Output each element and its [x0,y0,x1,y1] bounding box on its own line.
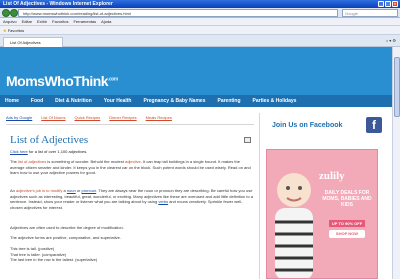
nav-diet-nutrition[interactable]: Diet & Nutrition [55,98,92,104]
ad-link-dinner-recipes[interactable]: Dinner Recipes [109,115,136,120]
click-here-line: Click here for a list of over 1,100 adje… [10,149,87,154]
zulily-tagline: DAILY DEALS FOR MOMS, BABIES AND KIDS [322,190,372,208]
toolbar-tools-icon[interactable]: ⌂ ▾ ⚙ [386,38,396,43]
column-divider [259,113,260,279]
definition-paragraph: An adjective's job is to modify a noun o… [10,188,254,210]
forward-button[interactable] [10,9,18,17]
maximize-button[interactable]: □ [385,1,391,7]
zulily-shop-button[interactable]: SHOP NOW [329,230,365,238]
forms-paragraph: The adjective forms are positive, compar… [10,235,121,240]
browser-window: List Of Adjectives - Windows Internet Ex… [0,0,400,279]
favorites-bar: ★ Favoritos [0,26,400,35]
ad-link-meals-recipes[interactable]: Meals Recipes [146,115,172,120]
print-icon[interactable] [244,137,251,143]
url-input[interactable]: http://www.momswhothink.com/reading/list… [18,9,338,17]
click-here-link[interactable]: Click here [10,149,28,154]
menu-bar: Arquivo Editar Exibir Favoritos Ferramen… [0,18,400,26]
p1-mid: is something of wonder. Behold the modes… [46,159,125,164]
page-title: List of Adjectives [10,134,89,146]
nav-pregnancy-baby-names[interactable]: Pregnancy & Baby Names [144,98,206,104]
page-content: Ads by Google List Of Nouns Quick Recipe… [0,107,392,279]
window-title: List Of Adjectives - Windows Internet Ex… [3,1,113,7]
menu-item-help[interactable]: Ajuda [101,18,111,25]
favorites-label[interactable]: Favoritos [8,28,24,33]
zulily-ad[interactable]: zulily DAILY DEALS FOR MOMS, BABIES AND … [266,149,378,279]
site-header: MomsWhoThink.com [0,47,392,95]
baby-photo [275,173,313,278]
p1-pre: The [10,159,19,164]
tab-bar: List Of Adjectives ⌂ ▾ ⚙ [0,35,400,47]
tab-title: List Of Adjectives [10,40,41,45]
menu-item-file[interactable]: Arquivo [3,18,17,25]
pronoun-link[interactable]: pronoun [82,188,97,193]
search-input[interactable]: Google [342,9,398,17]
example-item: The last tree in the row is the tallest.… [10,257,98,262]
ad-link-quick-recipes[interactable]: Quick Recipes [74,115,100,120]
minimize-button[interactable]: _ [378,1,384,7]
nav-food[interactable]: Food [31,98,43,104]
examples-list: This tree is tall. (positive) That tree … [10,246,254,263]
address-bar: http://www.momswhothink.com/reading/list… [0,8,400,18]
zulily-offer: UP TO 90% OFF [329,220,365,227]
noun-link[interactable]: noun [67,188,76,193]
close-button[interactable]: × [392,1,398,7]
intro-paragraph: The list of adjectives is something of w… [10,159,254,176]
facebook-icon: f [366,117,382,133]
menu-item-favorites[interactable]: Favoritos [52,18,68,25]
p1-term: list of adjectives [18,159,47,164]
web-page: MomsWhoThink.com Home Food Diet & Nutrit… [0,47,392,279]
ad-link-nouns[interactable]: List Of Nouns [41,115,65,120]
site-nav: Home Food Diet & Nutrition Your Health P… [0,95,392,107]
logo-text: MomsWhoThink [6,73,109,89]
zulily-logo: zulily [319,170,345,182]
vertical-scrollbar[interactable] [392,47,400,279]
nav-home[interactable]: Home [5,98,19,104]
facebook-panel[interactable]: Join Us on Facebook f [264,115,390,137]
site-logo[interactable]: MomsWhoThink.com [6,73,118,89]
tab-list-of-adjectives[interactable]: List Of Adjectives [3,37,63,47]
facebook-text: Join Us on Facebook [272,122,343,129]
menu-item-view[interactable]: Exibir [37,18,47,25]
nav-parties-holidays[interactable]: Parties & Holidays [253,98,297,104]
p2-term: adjective's job is to modify [16,188,63,193]
content-divider [6,124,254,125]
menu-item-edit[interactable]: Editar [22,18,32,25]
logo-suffix: .com [108,76,118,83]
nav-your-health[interactable]: Your Health [104,98,132,104]
window-titlebar: List Of Adjectives - Windows Internet Ex… [0,0,400,8]
verbs-link[interactable]: verbs [158,199,168,204]
menu-item-tools[interactable]: Ferramentas [73,18,96,25]
favorites-star-icon[interactable]: ★ [3,28,7,33]
click-here-rest: for a list of over 1,100 adjectives. [27,149,88,154]
back-button[interactable] [2,9,10,17]
ads-by-google-link[interactable]: Ads by Google [6,115,32,120]
nav-parenting[interactable]: Parenting [217,98,240,104]
degree-paragraph: Adjectives are often used to describe th… [10,225,124,230]
ad-links-row: Ads by Google List Of Nouns Quick Recipe… [6,115,172,120]
p1-term2: adjective [124,159,141,164]
scrollbar-thumb[interactable] [394,57,400,117]
